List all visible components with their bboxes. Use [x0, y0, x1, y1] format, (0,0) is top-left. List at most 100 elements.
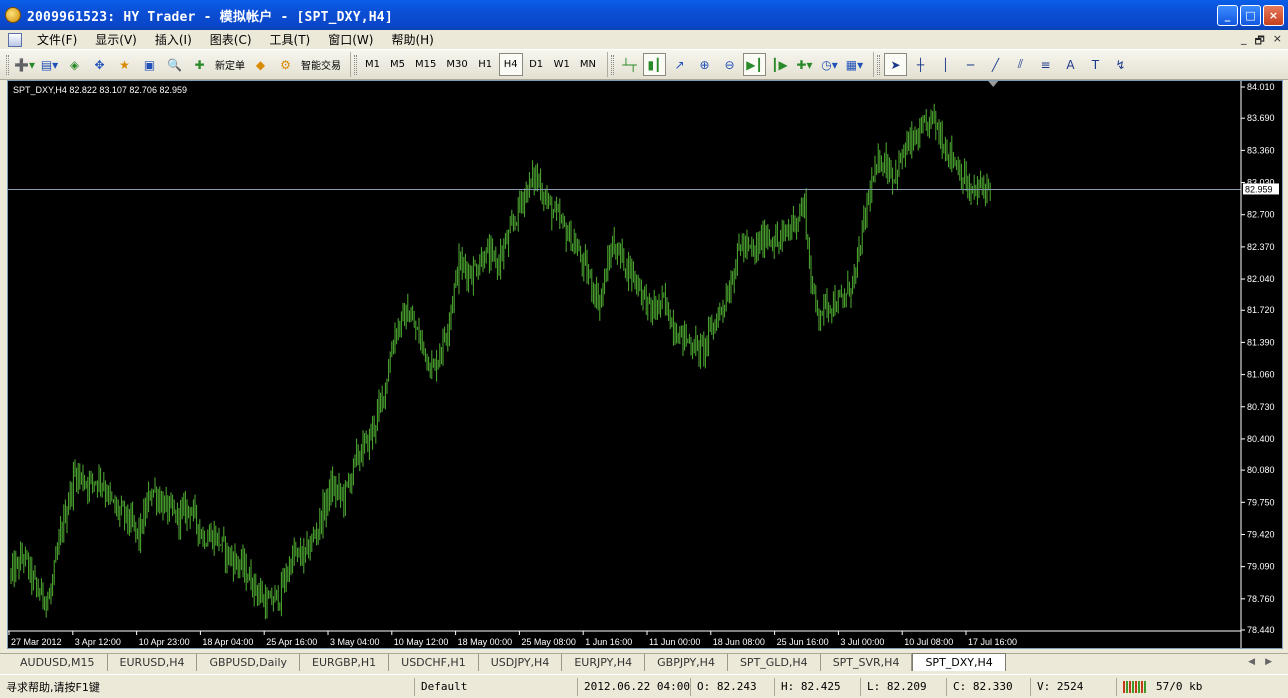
- zoom-in-icon[interactable]: ⊕: [693, 53, 716, 76]
- expert-advisors-button[interactable]: 智能交易: [298, 57, 344, 72]
- timeframe-m30[interactable]: M30: [442, 53, 471, 76]
- status-datetime: 2012.06.22 04:00: [577, 677, 690, 696]
- menu-file[interactable]: 文件(F): [28, 31, 86, 48]
- status-open: O: 82.243: [690, 677, 774, 696]
- menu-tools[interactable]: 工具(T): [261, 31, 320, 48]
- cursor-icon[interactable]: ➤: [883, 53, 907, 76]
- time-axis[interactable]: 27 Mar 2012 3 Apr 12:00 10 Apr 23:00 18 Apr…: [8, 631, 1017, 647]
- templates-icon[interactable]: ▦▾: [843, 53, 866, 76]
- document-icon[interactable]: [8, 32, 22, 47]
- tab-spt-dxy-h4[interactable]: SPT_DXY,H4: [912, 653, 1006, 671]
- title-bar: 2009961523: HY Trader - 模拟帐户 - [SPT_DXY,…: [0, 0, 1288, 30]
- tester-icon[interactable]: 🔍: [163, 53, 186, 76]
- tab-usdchf-h1[interactable]: USDCHF,H1: [389, 654, 479, 671]
- tab-spt-svr-h4[interactable]: SPT_SVR,H4: [821, 654, 913, 671]
- navigator-icon[interactable]: ✥: [88, 53, 111, 76]
- bar-chart-icon[interactable]: ┴┬: [618, 53, 641, 76]
- metaeditor-icon[interactable]: ◆: [249, 53, 272, 76]
- new-order-icon[interactable]: ✚: [188, 53, 211, 76]
- toolbar-grip[interactable]: [354, 54, 357, 75]
- toolbar-grip[interactable]: [876, 54, 880, 75]
- market-watch-icon[interactable]: ◈: [63, 53, 86, 76]
- close-button[interactable]: ×: [1263, 5, 1284, 26]
- chart-window[interactable]: 84.010 83.690 83.360 83.030 82.700 82.370 82.0…: [7, 80, 1283, 649]
- arrows-icon[interactable]: ↯: [1109, 53, 1132, 76]
- new-chart-icon[interactable]: ➕▾: [13, 53, 36, 76]
- price-tick-label: 81.390: [1247, 337, 1275, 347]
- timeframe-h4[interactable]: H4: [498, 53, 523, 76]
- price-tick-label: 84.010: [1247, 82, 1275, 92]
- time-tick-label: 3 Apr 12:00: [75, 637, 121, 647]
- timeframe-m5[interactable]: M5: [386, 53, 409, 76]
- tab-scroll-arrows[interactable]: ◀▶: [1248, 657, 1282, 667]
- profiles-icon[interactable]: ▤▾: [38, 53, 61, 76]
- menu-charts[interactable]: 图表(C): [201, 31, 261, 48]
- timeframe-h1[interactable]: H1: [474, 53, 497, 76]
- timeframe-d1[interactable]: D1: [525, 53, 548, 76]
- timeframe-m15[interactable]: M15: [411, 53, 440, 76]
- tab-eurusd-h4[interactable]: EURUSD,H4: [108, 654, 198, 671]
- chart-shift-marker[interactable]: [988, 81, 999, 87]
- crosshair-icon[interactable]: ┼: [909, 53, 932, 76]
- trend-line-icon[interactable]: ╱: [984, 53, 1007, 76]
- status-profile[interactable]: Default: [414, 677, 577, 696]
- time-tick-label: 18 May 00:00: [458, 637, 513, 647]
- tab-spt-gld-h4[interactable]: SPT_GLD,H4: [728, 654, 821, 671]
- zoom-out-icon[interactable]: ⊖: [718, 53, 741, 76]
- time-tick-label: 10 May 12:00: [394, 637, 449, 647]
- connection-icon: [1123, 680, 1146, 693]
- tab-usdjpy-h4[interactable]: USDJPY,H4: [479, 654, 563, 671]
- terminal-icon[interactable]: ▣: [138, 53, 161, 76]
- status-bar: 寻求帮助,请按F1键 Default 2012.06.22 04:00 O: 8…: [0, 674, 1288, 698]
- status-volume: V: 2524: [1030, 677, 1116, 696]
- chart-shift-icon[interactable]: ┃▶: [768, 53, 791, 76]
- status-low: L: 82.209: [860, 677, 946, 696]
- timeframe-w1[interactable]: W1: [550, 53, 574, 76]
- price-tick-label: 81.060: [1247, 370, 1275, 380]
- toolbar-standard: ➕▾ ▤▾ ◈ ✥ ★ ▣ 🔍 ✚ 新定单 ◆ ⚙ 智能交易: [3, 52, 347, 77]
- menu-window[interactable]: 窗口(W): [319, 31, 382, 48]
- menu-insert[interactable]: 插入(I): [146, 31, 201, 48]
- tab-audusd-m15[interactable]: AUDUSD,M15: [8, 654, 108, 671]
- time-tick-label: 18 Apr 04:00: [202, 637, 253, 647]
- tab-gbpusd-daily[interactable]: GBPUSD,Daily: [197, 654, 301, 671]
- time-tick-label: 25 May 08:00: [521, 637, 576, 647]
- maximize-button[interactable]: □: [1240, 5, 1261, 26]
- tab-eurjpy-h4[interactable]: EURJPY,H4: [562, 654, 646, 671]
- auto-scroll-icon[interactable]: ▶┃: [742, 53, 766, 76]
- price-chart[interactable]: 84.01083.69083.36083.03082.70082.37082.0…: [8, 81, 1282, 648]
- minimize-button[interactable]: _: [1217, 5, 1238, 26]
- text-icon[interactable]: A: [1059, 53, 1082, 76]
- fibonacci-icon[interactable]: ≡: [1034, 53, 1057, 76]
- favorites-icon[interactable]: ★: [113, 53, 136, 76]
- text-label-icon[interactable]: T: [1084, 53, 1107, 76]
- periods-icon[interactable]: ◷▾: [818, 53, 841, 76]
- price-tick-label: 80.400: [1247, 434, 1275, 444]
- channel-icon[interactable]: ⫽: [1009, 53, 1032, 76]
- time-tick-label: 17 Jul 16:00: [968, 637, 1017, 647]
- line-chart-icon[interactable]: ↗: [668, 53, 691, 76]
- candlestick-icon[interactable]: ▮┃: [642, 53, 666, 76]
- horizontal-line-icon[interactable]: ─: [959, 53, 982, 76]
- bar-series: [10, 103, 991, 620]
- timeframe-m1[interactable]: M1: [361, 53, 384, 76]
- time-tick-label: 3 May 04:00: [330, 637, 380, 647]
- toolbar-grip[interactable]: [6, 54, 9, 75]
- vertical-line-icon[interactable]: │: [934, 53, 957, 76]
- price-tick-label: 80.730: [1247, 402, 1275, 412]
- tab-gbpjpy-h4[interactable]: GBPJPY,H4: [645, 654, 728, 671]
- toolbar-timeframes: M1 M5 M15 M30 H1 H4 D1 W1 MN: [350, 52, 604, 77]
- price-axis[interactable]: 84.01083.69083.36083.03082.70082.37082.0…: [1241, 82, 1275, 635]
- new-order-button[interactable]: 新定单: [212, 57, 248, 72]
- timeframe-mn[interactable]: MN: [576, 53, 600, 76]
- time-tick-label: 27 Mar 2012: [11, 637, 62, 647]
- expert-icon[interactable]: ⚙: [274, 53, 297, 76]
- status-connection[interactable]: 57/0 kb: [1116, 677, 1226, 696]
- menu-view[interactable]: 显示(V): [86, 31, 146, 48]
- tab-eurgbp-h1[interactable]: EURGBP,H1: [300, 654, 390, 671]
- price-tick-label: 80.080: [1247, 465, 1275, 475]
- time-tick-label: 10 Apr 23:00: [139, 637, 190, 647]
- toolbar-grip[interactable]: [610, 54, 614, 75]
- indicators-icon[interactable]: ✚▾: [793, 53, 816, 76]
- menu-help[interactable]: 帮助(H): [382, 31, 442, 48]
